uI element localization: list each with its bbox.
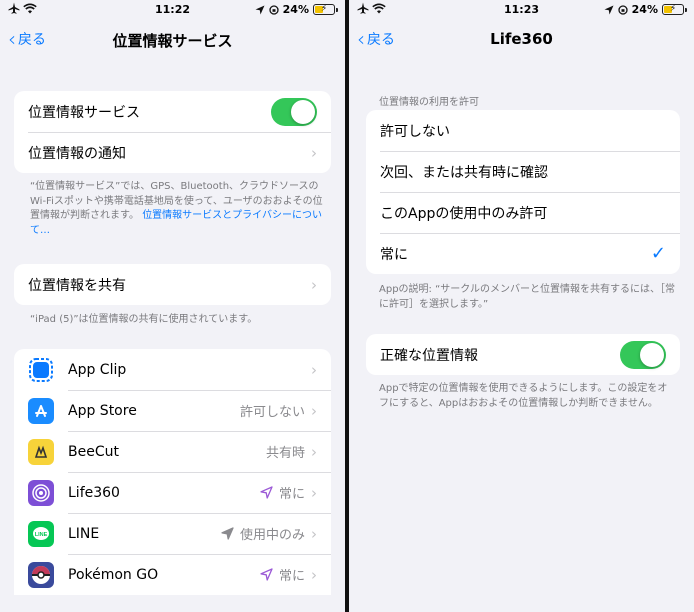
chevron-right-icon: › (311, 483, 317, 502)
permission-option[interactable]: 許可しない (366, 110, 680, 151)
app-row[interactable]: LINE LINE 使用中のみ › (14, 513, 331, 554)
app-name: App Clip (68, 361, 127, 378)
location-arrow-icon (221, 527, 234, 540)
app-permission: 共有時 (265, 446, 305, 461)
app-name: App Store (68, 402, 137, 419)
app-name: BeeCut (68, 443, 119, 460)
location-services-screen: 11:22 24% ⚡ ‹ 戻る 位置情報サービス 位置情報サービス 位置情報の… (0, 0, 345, 612)
permission-option[interactable]: 常に ✓ (366, 233, 680, 274)
app-explanation: Appの説明: “サークルのメンバーと位置情報を共有するには、［常に許可］を選択… (379, 284, 675, 310)
precise-location-footer: Appで特定の位置情報を使用できるようにします。この設定をオフにすると、Appは… (379, 383, 668, 409)
navigation-bar: ‹ 戻る Life360 (349, 26, 694, 54)
life360-location-screen: 11:23 24% ⚡ ‹ 戻る Life360 位置情報の利用を許可 許可しな… (349, 0, 694, 612)
status-bar: 11:22 24% ⚡ (0, 0, 345, 20)
apps-list: App Clip › App Store 許可しない › BeeCut 共有時 › Life36… (14, 349, 331, 595)
checkmark-icon: ✓ (650, 243, 666, 264)
app-name: Life360 (68, 484, 120, 501)
line-icon: LINE (28, 520, 54, 547)
chevron-right-icon: › (311, 565, 317, 584)
app-permission: 許可しない (239, 405, 305, 420)
battery-percent: 24% (631, 3, 658, 16)
permission-option[interactable]: 次回、または共有時に確認 (366, 151, 680, 192)
location-services-footer: “位置情報サービス”では、GPS、Bluetooth、クラウドソースのWi-Fi… (30, 181, 323, 236)
app-row[interactable]: App Store 許可しない › (14, 390, 331, 431)
section-header: 位置情報の利用を許可 (379, 97, 479, 108)
navigation-bar: ‹ 戻る 位置情報サービス (0, 26, 345, 54)
chevron-right-icon: › (311, 360, 317, 379)
app-name: Pokémon GO (68, 566, 159, 583)
precise-location-group: 正確な位置情報 (366, 334, 680, 375)
app-clip-icon (28, 357, 54, 383)
svg-text:LINE: LINE (35, 532, 48, 538)
battery-percent: 24% (282, 3, 309, 16)
life360-icon (28, 479, 54, 506)
status-bar: 11:23 24% ⚡ (349, 0, 694, 20)
app-permission: 常に (260, 565, 305, 584)
location-services-group: 位置情報サービス 位置情報の通知 › (14, 91, 331, 173)
page-title: 位置情報サービス (112, 32, 233, 50)
beecut-icon (28, 438, 54, 465)
location-arrow-icon (260, 486, 273, 499)
share-footer: “iPad (5)”は位置情報の共有に使用されています。 (30, 314, 258, 325)
page-title: Life360 (490, 30, 553, 48)
location-services-row: 位置情報サービス (14, 91, 331, 132)
chevron-right-icon: › (311, 442, 317, 461)
location-arrow-icon (260, 568, 273, 581)
location-arrow-icon (604, 5, 614, 14)
app-permission: 常に (260, 483, 305, 502)
battery-icon: ⚡ (662, 4, 687, 15)
app-row[interactable]: BeeCut 共有時 › (14, 431, 331, 472)
orientation-lock-icon (618, 4, 628, 15)
share-location-row[interactable]: 位置情報を共有 › (14, 264, 331, 305)
precise-location-row: 正確な位置情報 (366, 334, 680, 375)
battery-icon: ⚡ (313, 4, 338, 15)
app-name: LINE (68, 525, 100, 542)
orientation-lock-icon (269, 4, 279, 15)
app-row[interactable]: Life360 常に › (14, 472, 331, 513)
permission-option[interactable]: このAppの使用中のみ許可 (366, 192, 680, 233)
app-row[interactable]: Pokémon GO 常に › (14, 554, 331, 595)
chevron-right-icon: › (311, 275, 317, 294)
chevron-right-icon: › (311, 401, 317, 420)
precise-location-toggle[interactable] (620, 340, 666, 369)
share-location-group: 位置情報を共有 › (14, 264, 331, 305)
location-notification-row[interactable]: 位置情報の通知 › (14, 132, 331, 173)
chevron-right-icon: › (311, 524, 317, 543)
app-store-icon (28, 397, 54, 424)
location-services-toggle[interactable] (271, 97, 317, 126)
permission-options: 許可しない 次回、または共有時に確認 このAppの使用中のみ許可 常に ✓ (366, 110, 680, 274)
app-permission: 使用中のみ (221, 524, 305, 543)
location-arrow-icon (255, 5, 265, 14)
app-row[interactable]: App Clip › (14, 349, 331, 390)
pokemon-go-icon (28, 561, 54, 588)
chevron-right-icon: › (311, 143, 317, 162)
